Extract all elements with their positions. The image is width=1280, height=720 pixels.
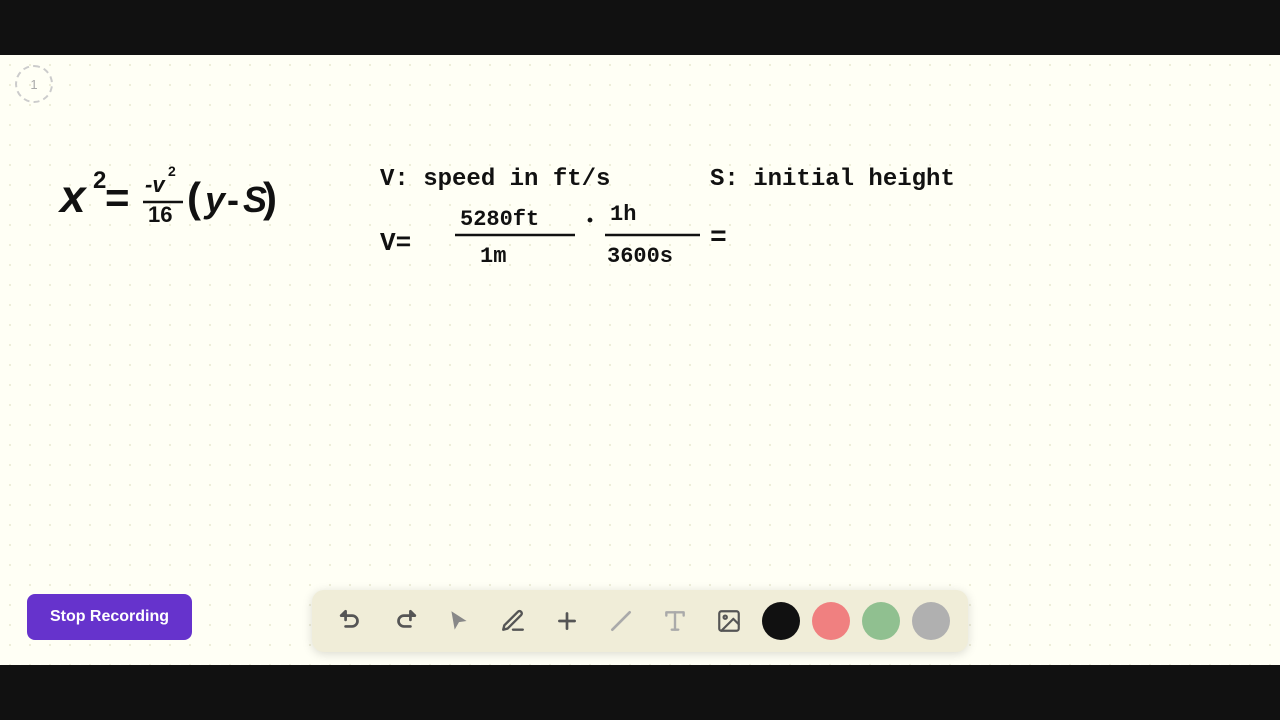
svg-text:S: initial height: S: initial height: [710, 166, 955, 193]
notes-block: V: speed in ft/s S: initial height V= 52…: [370, 150, 1050, 295]
eraser-button[interactable]: [600, 600, 642, 642]
text-button[interactable]: [654, 600, 696, 642]
redo-button[interactable]: [384, 600, 426, 642]
svg-text:-: -: [227, 179, 239, 220]
main-equation: x 2 = -v 2 16 ( y - S ): [55, 150, 365, 245]
top-bar: [0, 0, 1280, 55]
svg-text:16: 16: [148, 202, 172, 227]
svg-text:): ): [263, 174, 277, 221]
svg-text:(: (: [187, 174, 201, 221]
svg-text:V=: V=: [380, 228, 411, 258]
pen-button[interactable]: [492, 600, 534, 642]
color-black-button[interactable]: [762, 602, 800, 640]
svg-text:2: 2: [168, 163, 176, 179]
svg-text:·: ·: [585, 204, 595, 237]
svg-text:5280ft: 5280ft: [460, 207, 539, 232]
svg-text:3600s: 3600s: [607, 244, 673, 269]
svg-text:1m: 1m: [480, 244, 506, 269]
color-pink-button[interactable]: [812, 602, 850, 640]
stop-recording-button[interactable]: Stop Recording: [27, 594, 192, 640]
svg-text:x: x: [57, 170, 88, 222]
undo-button[interactable]: [330, 600, 372, 642]
svg-text:=: =: [710, 223, 727, 254]
toolbar: [312, 590, 968, 652]
color-gray-button[interactable]: [912, 602, 950, 640]
svg-text:V: speed in ft/s: V: speed in ft/s: [380, 166, 610, 193]
svg-text:=: =: [105, 174, 130, 221]
svg-text:-v: -v: [145, 172, 166, 197]
page-number: 1: [15, 65, 53, 103]
add-button[interactable]: [546, 600, 588, 642]
canvas-area: 1 x 2 = -v 2 16 ( y - S ) V: speed in ft…: [0, 55, 1280, 665]
image-button[interactable]: [708, 600, 750, 642]
color-green-button[interactable]: [862, 602, 900, 640]
svg-text:1h: 1h: [610, 202, 636, 227]
select-button[interactable]: [438, 600, 480, 642]
bottom-bar: [0, 665, 1280, 720]
svg-text:y: y: [203, 179, 227, 220]
